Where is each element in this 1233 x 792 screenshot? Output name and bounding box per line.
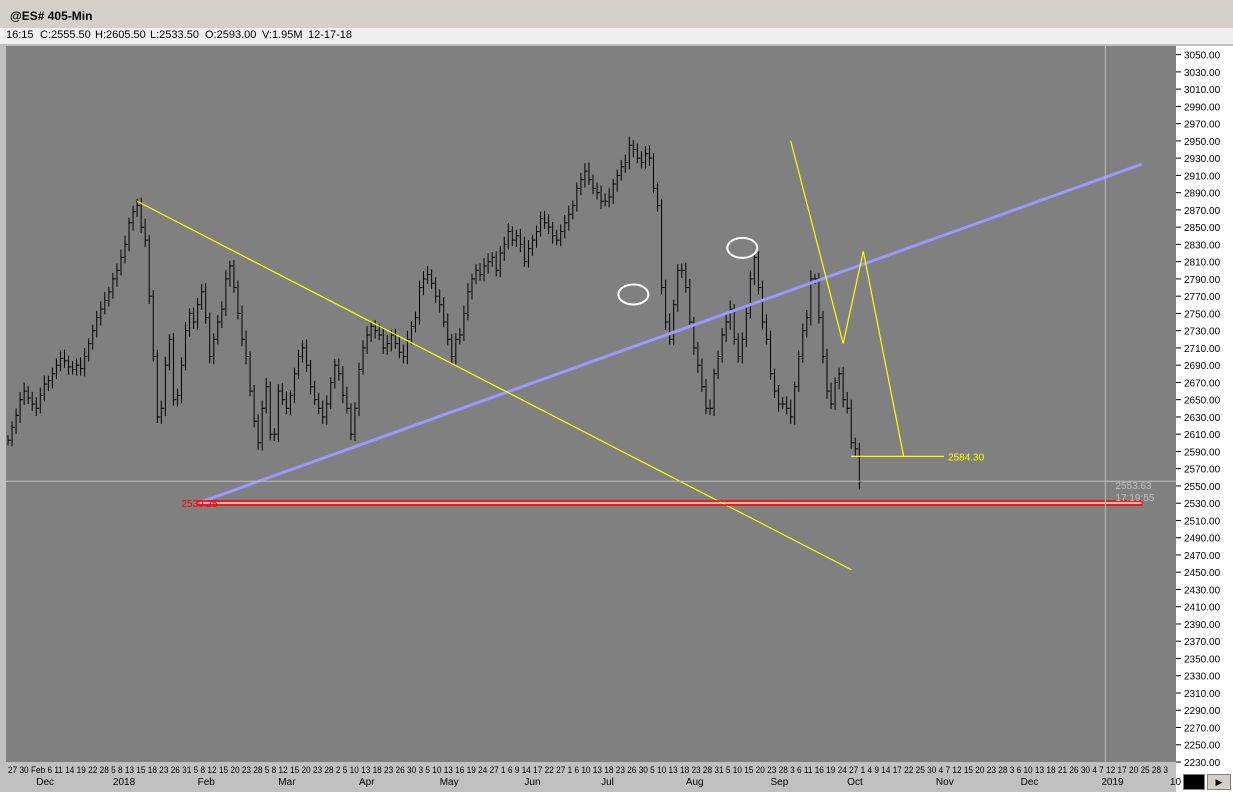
- y-tick-label: 2690.00: [1184, 361, 1221, 372]
- x-month-label: Feb: [198, 777, 216, 788]
- y-tick-label: 2850.00: [1184, 223, 1221, 234]
- y-tick-label: 2890.00: [1184, 189, 1221, 200]
- y-tick-label: 2790.00: [1184, 275, 1221, 286]
- quote-high: H:2605.50: [95, 29, 146, 41]
- scroll-left-button[interactable]: [1183, 774, 1205, 790]
- y-tick-label: 2510.00: [1184, 516, 1221, 527]
- quote-open: O:2593.00: [205, 29, 257, 41]
- quote-close: C:2555.50: [40, 29, 91, 41]
- y-tick-label: 3010.00: [1184, 85, 1221, 96]
- y-tick-label: 2910.00: [1184, 171, 1221, 182]
- x-month-label: Mar: [278, 777, 296, 788]
- quote-bar: 16:15 C:2555.50 H:2605.50 L:2533.50 O:25…: [0, 28, 1233, 44]
- x-month-label: Nov: [936, 777, 954, 788]
- y-tick-label: 2730.00: [1184, 327, 1221, 338]
- y-tick-label: 3030.00: [1184, 68, 1221, 79]
- x-month-label: May: [440, 777, 459, 788]
- quote-volume: V:1.95M: [262, 29, 303, 41]
- quote-low: L:2533.50: [150, 29, 199, 41]
- y-tick-label: 2930.00: [1184, 154, 1221, 165]
- window-title-bar: @ES# 405-Min: [0, 0, 1233, 29]
- y-tick-label: 2450.00: [1184, 568, 1221, 579]
- x-month-label: Dec: [1021, 777, 1039, 788]
- crosshair-price-label: 2553.63: [1115, 481, 1152, 492]
- x-month-label: Jul: [601, 777, 614, 788]
- support-price-label: 2530.25: [181, 499, 218, 510]
- y-tick-label: 2330.00: [1184, 672, 1221, 683]
- y-tick-label: 2970.00: [1184, 120, 1221, 131]
- y-tick-label: 2350.00: [1184, 654, 1221, 665]
- x-month-label: Aug: [686, 777, 704, 788]
- y-tick-label: 2710.00: [1184, 344, 1221, 355]
- y-tick-label: 2390.00: [1184, 620, 1221, 631]
- y-tick-label: 2630.00: [1184, 413, 1221, 424]
- y-tick-label: 2670.00: [1184, 378, 1221, 389]
- x-month-label: Apr: [359, 777, 375, 788]
- scroll-right-button[interactable]: ▶: [1207, 774, 1231, 790]
- y-tick-label: 2810.00: [1184, 258, 1221, 269]
- x-month-label: Jun: [524, 777, 540, 788]
- price-chart[interactable]: 2530.252584.302555.502553.6317:19:55 305…: [0, 44, 1233, 792]
- y-tick-label: 2250.00: [1184, 741, 1221, 752]
- x-month-label: 2018: [113, 777, 136, 788]
- window-title: @ES# 405-Min: [10, 9, 93, 23]
- y-tick-label: 2870.00: [1184, 206, 1221, 217]
- y-tick-label: 2230.00: [1184, 758, 1221, 769]
- y-tick-label: 2310.00: [1184, 689, 1221, 700]
- y-tick-label: 2570.00: [1184, 465, 1221, 476]
- target-price-label: 2584.30: [948, 452, 985, 463]
- x-month-label: Sep: [771, 777, 789, 788]
- y-tick-label: 2770.00: [1184, 292, 1221, 303]
- y-tick-label: 2290.00: [1184, 706, 1221, 717]
- y-tick-label: 2430.00: [1184, 585, 1221, 596]
- y-tick-label: 2550.00: [1184, 482, 1221, 493]
- x-day-ticks: 27 30 Feb 6 11 14 19 22 28 5 8 13 15 18 …: [8, 765, 1168, 775]
- y-tick-label: 3050.00: [1184, 51, 1221, 62]
- quote-date: 12-17-18: [308, 29, 353, 41]
- y-tick-label: 2590.00: [1184, 447, 1221, 458]
- x-month-label: Dec: [36, 777, 54, 788]
- y-tick-label: 2410.00: [1184, 603, 1221, 614]
- y-tick-label: 2830.00: [1184, 240, 1221, 251]
- y-tick-label: 2530.00: [1184, 499, 1221, 510]
- y-tick-label: 2950.00: [1184, 137, 1221, 148]
- quote-time: 16:15: [6, 29, 34, 41]
- y-tick-label: 2270.00: [1184, 723, 1221, 734]
- y-tick-label: 2750.00: [1184, 309, 1221, 320]
- crosshair-time-label: 17:19:55: [1115, 493, 1154, 504]
- y-tick-label: 2610.00: [1184, 430, 1221, 441]
- x-month-label: Oct: [847, 777, 863, 788]
- y-tick-label: 2490.00: [1184, 534, 1221, 545]
- plot-background: [6, 46, 1176, 762]
- x-month-label: 10: [1170, 777, 1182, 788]
- x-month-label: 2019: [1101, 777, 1124, 788]
- y-tick-label: 2990.00: [1184, 102, 1221, 113]
- y-tick-label: 2370.00: [1184, 637, 1221, 648]
- y-tick-label: 2470.00: [1184, 551, 1221, 562]
- y-tick-label: 2650.00: [1184, 396, 1221, 407]
